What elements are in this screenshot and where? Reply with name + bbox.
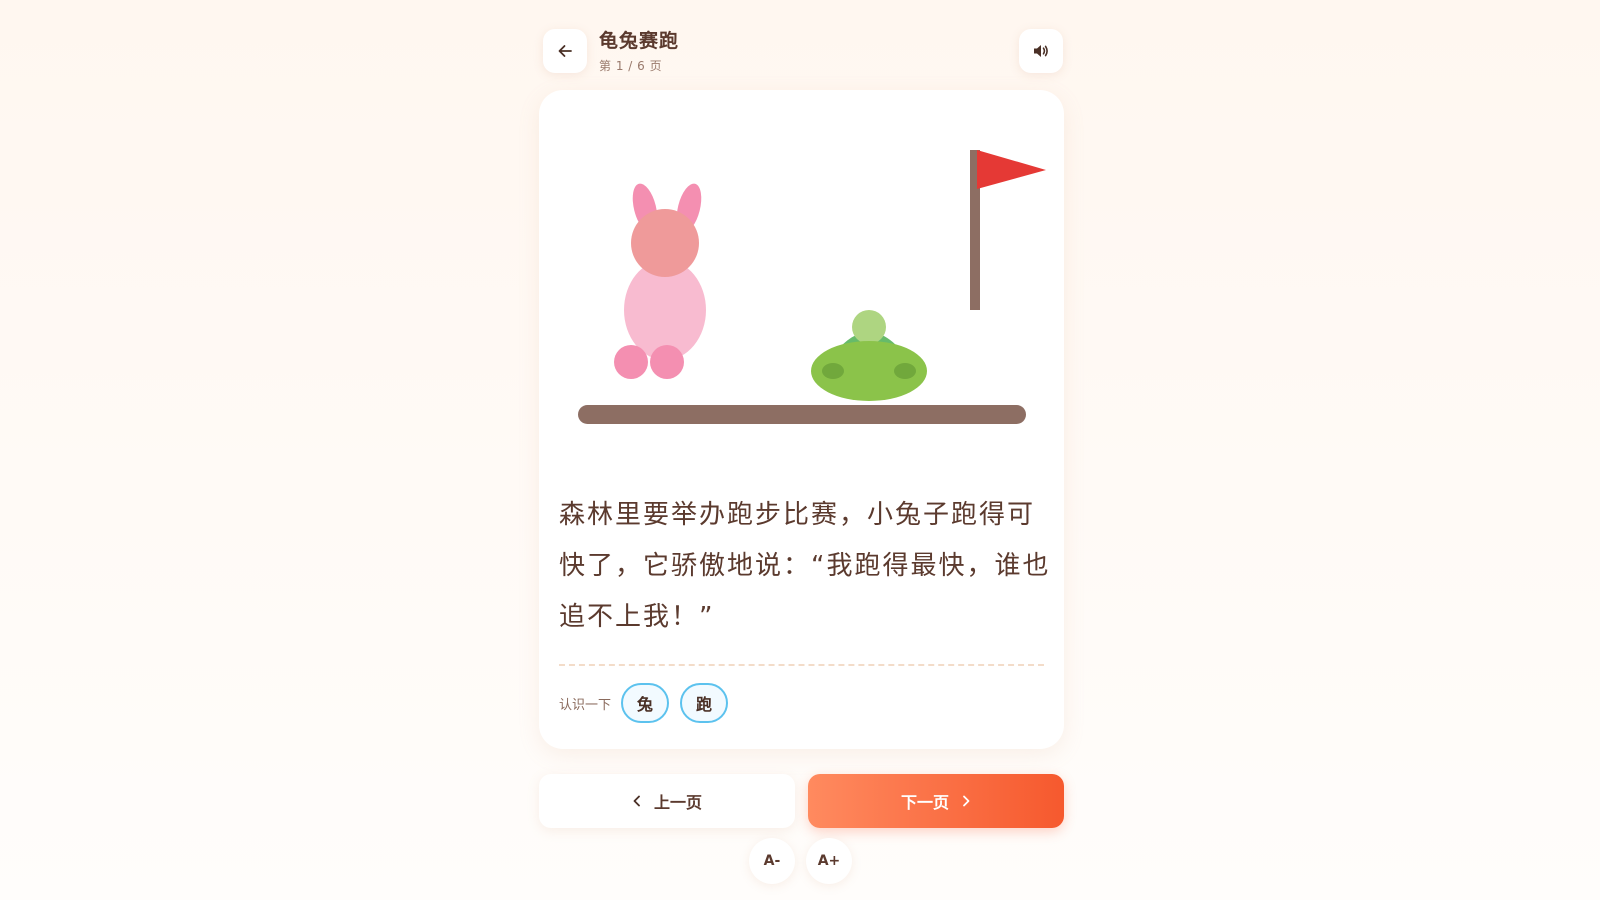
read-aloud-button[interactable] xyxy=(1019,29,1063,73)
speaker-icon xyxy=(1034,45,1048,57)
vocab-section: 认识一下 兔 跑 xyxy=(559,682,739,724)
increase-font-button[interactable]: A+ xyxy=(806,838,852,884)
story-illustration xyxy=(578,150,1046,424)
title-block: 龟兔赛跑 第 1 / 6 页 xyxy=(599,28,679,74)
divider xyxy=(559,664,1044,666)
turtle-spot-right xyxy=(894,363,916,379)
story-title: 龟兔赛跑 xyxy=(599,30,680,52)
rabbit-foot-right xyxy=(650,345,684,379)
prev-page-button[interactable]: 上一页 xyxy=(539,774,795,828)
chevron-right-icon xyxy=(961,795,971,807)
story-text: 森林里要举办跑步比赛，小兔子跑得可快了，它骄傲地说：“我跑得最快，谁也追不上我！… xyxy=(559,500,1051,632)
word-chip-pao[interactable]: 跑 xyxy=(680,683,729,723)
page-indicator: 第 1 / 6 页 xyxy=(599,59,663,73)
story-card: 森林里要举办跑步比赛，小兔子跑得可快了，它骄傲地说：“我跑得最快，谁也追不上我！… xyxy=(539,90,1064,749)
back-button[interactable] xyxy=(543,29,587,73)
decrease-font-button[interactable]: A- xyxy=(749,838,795,884)
rabbit-illustration xyxy=(614,183,706,379)
vocab-label: 认识一下 xyxy=(559,697,612,713)
prev-page-label: 上一页 xyxy=(653,793,702,812)
arrow-left-icon xyxy=(558,45,572,57)
rabbit-head xyxy=(631,209,699,277)
ground-line xyxy=(578,405,1026,424)
flag xyxy=(977,150,1046,189)
turtle-spot-left xyxy=(822,363,844,379)
turtle-head xyxy=(852,310,886,344)
next-page-label: 下一页 xyxy=(900,793,949,812)
top-bar: 龟兔赛跑 第 1 / 6 页 xyxy=(543,28,1063,74)
chevron-left-icon xyxy=(632,795,642,807)
finish-flag-illustration xyxy=(970,150,1046,310)
rabbit-foot-left xyxy=(614,345,648,379)
word-chip-tu[interactable]: 兔 xyxy=(621,683,670,723)
next-page-button[interactable]: 下一页 xyxy=(808,774,1064,828)
turtle-illustration xyxy=(811,310,927,401)
